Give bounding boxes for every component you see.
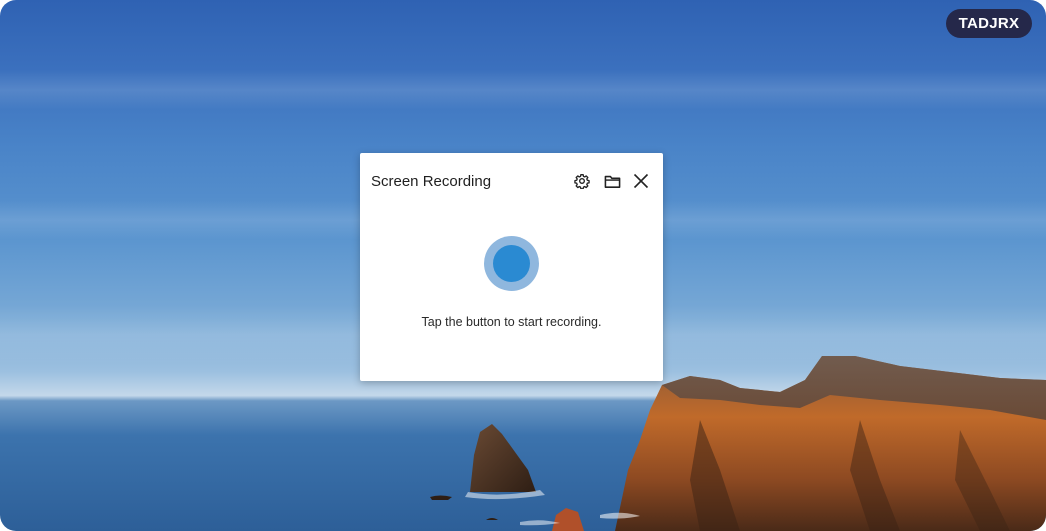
start-recording-button[interactable] [484,236,539,291]
dialog-title: Screen Recording [371,173,492,190]
recording-hint: Tap the button to start recording. [421,315,602,329]
close-icon-glyph [633,173,649,189]
folder-icon-glyph [604,175,620,188]
record-dot [493,245,530,282]
screen-recording-dialog: Screen Recording Tap the button to start… [360,153,663,381]
desktop-wallpaper: TADJRX Screen Recording Tap the button t… [0,0,1046,531]
gear-icon[interactable] [571,170,593,192]
folder-icon[interactable] [601,170,623,192]
user-badge[interactable]: TADJRX [946,9,1032,38]
close-icon[interactable] [630,170,652,192]
gear-icon-glyph [574,174,590,189]
